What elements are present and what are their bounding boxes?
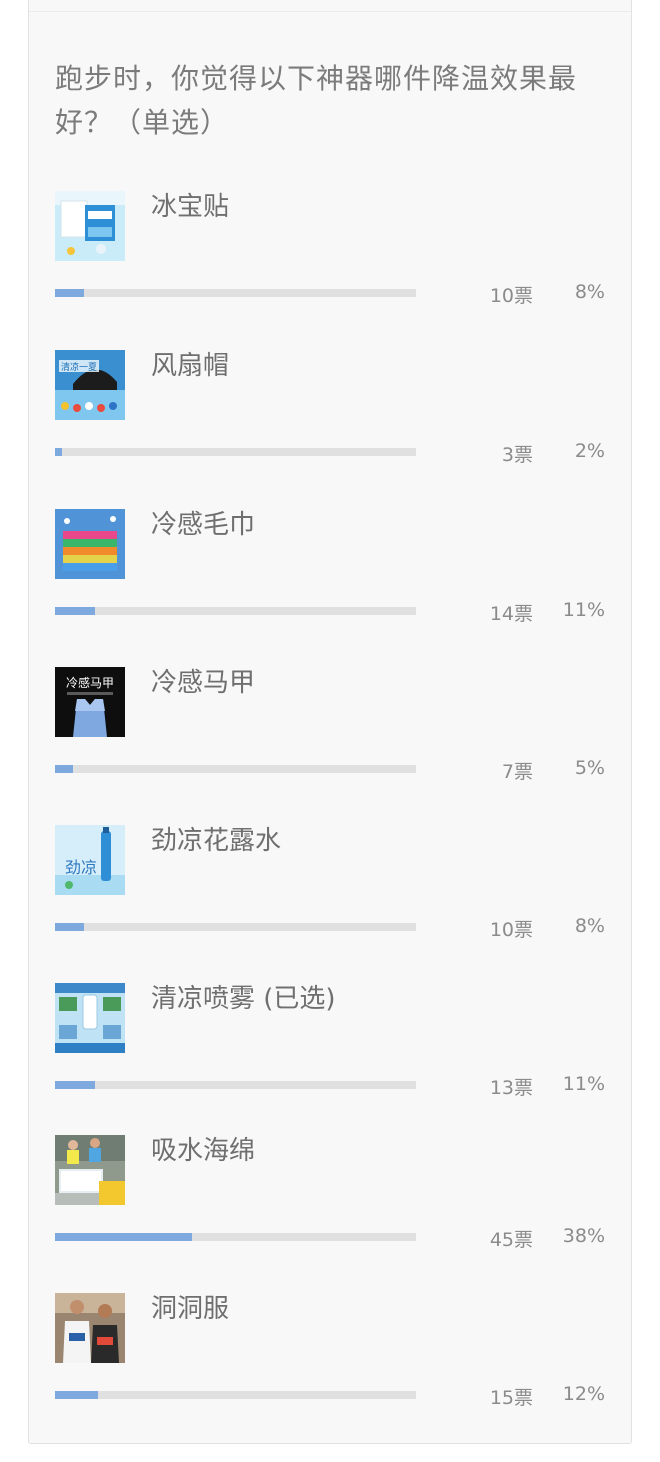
option-thumbnail-ice-patch <box>55 191 125 261</box>
option-label: 冰宝贴 <box>151 192 230 222</box>
poll-option-0[interactable]: 冰宝贴 10票 8% <box>29 191 633 331</box>
progress-fill <box>55 923 84 931</box>
vote-percent: 2% <box>574 440 605 462</box>
progress-bar <box>55 1233 416 1241</box>
progress-fill <box>55 1081 95 1089</box>
poll-option-7[interactable]: 洞洞服 15票 12% <box>29 1293 633 1433</box>
vote-count: 13票 <box>489 1077 533 1099</box>
divider <box>29 11 631 12</box>
vote-count: 45票 <box>489 1229 533 1251</box>
progress-fill <box>55 1391 99 1399</box>
option-thumbnail-cooling-spray <box>55 983 125 1053</box>
thumbnail-caption: 劲凉 <box>65 858 97 877</box>
vote-percent: 11% <box>562 599 605 621</box>
progress-bar <box>55 448 416 456</box>
progress-bar <box>55 289 416 297</box>
vote-count: 14票 <box>489 603 533 625</box>
progress-fill <box>55 448 63 456</box>
progress-bar <box>55 765 416 773</box>
option-thumbnail-floral-water: 劲凉 <box>55 825 125 895</box>
option-label: 风扇帽 <box>151 351 230 381</box>
thumbnail-caption: 冷感马甲 <box>66 675 114 690</box>
progress-bar <box>55 1391 416 1399</box>
vote-count: 15票 <box>489 1387 533 1409</box>
progress-fill <box>55 289 84 297</box>
option-thumbnail-cooling-vest: 冷感马甲 <box>55 667 125 737</box>
thumbnail-caption: 清凉一夏 <box>61 361 97 373</box>
poll-option-3[interactable]: 冷感马甲 冷感马甲 7票 5% <box>29 667 633 807</box>
progress-fill <box>55 607 95 615</box>
option-label: 劲凉花露水 <box>151 826 282 856</box>
vote-percent: 5% <box>574 757 605 779</box>
vote-percent: 12% <box>562 1383 605 1405</box>
vote-percent: 38% <box>562 1225 605 1247</box>
vote-count: 3票 <box>501 444 533 466</box>
option-thumbnail-cooling-towel <box>55 509 125 579</box>
option-label: 冷感毛巾 <box>151 510 256 540</box>
option-thumbnail-fan-cap: 清凉一夏 <box>55 350 125 420</box>
poll-option-1[interactable]: 清凉一夏 风扇帽 3票 2% <box>29 350 633 490</box>
progress-bar <box>55 1081 416 1089</box>
option-label: 吸水海绵 <box>151 1136 256 1166</box>
poll-option-5[interactable]: 清凉喷雾 (已选) 13票 11% <box>29 983 633 1123</box>
progress-fill <box>55 765 74 773</box>
vote-count: 7票 <box>501 761 533 783</box>
poll-question: 跑步时，你觉得以下神器哪件降温效果最好？（单选） <box>55 62 578 139</box>
option-thumbnail-sponge <box>55 1135 125 1205</box>
poll-option-6[interactable]: 吸水海绵 45票 38% <box>29 1135 633 1275</box>
vote-count: 10票 <box>489 919 533 941</box>
vote-count: 10票 <box>489 285 533 307</box>
poll-card: 跑步时，你觉得以下神器哪件降温效果最好？（单选） 冰宝贴 10票 8% 清凉一夏… <box>28 0 632 1444</box>
vote-percent: 11% <box>562 1073 605 1095</box>
vote-percent: 8% <box>574 281 605 303</box>
poll-option-4[interactable]: 劲凉 劲凉花露水 10票 8% <box>29 825 633 965</box>
vote-percent: 8% <box>574 915 605 937</box>
progress-bar <box>55 607 416 615</box>
progress-bar <box>55 923 416 931</box>
poll-option-2[interactable]: 冷感毛巾 14票 11% <box>29 509 633 649</box>
option-thumbnail-mesh-shirt <box>55 1293 125 1363</box>
option-label: 清凉喷雾 (已选) <box>151 984 336 1014</box>
option-label: 冷感马甲 <box>151 668 256 698</box>
progress-fill <box>55 1233 193 1241</box>
option-label: 洞洞服 <box>151 1294 230 1324</box>
